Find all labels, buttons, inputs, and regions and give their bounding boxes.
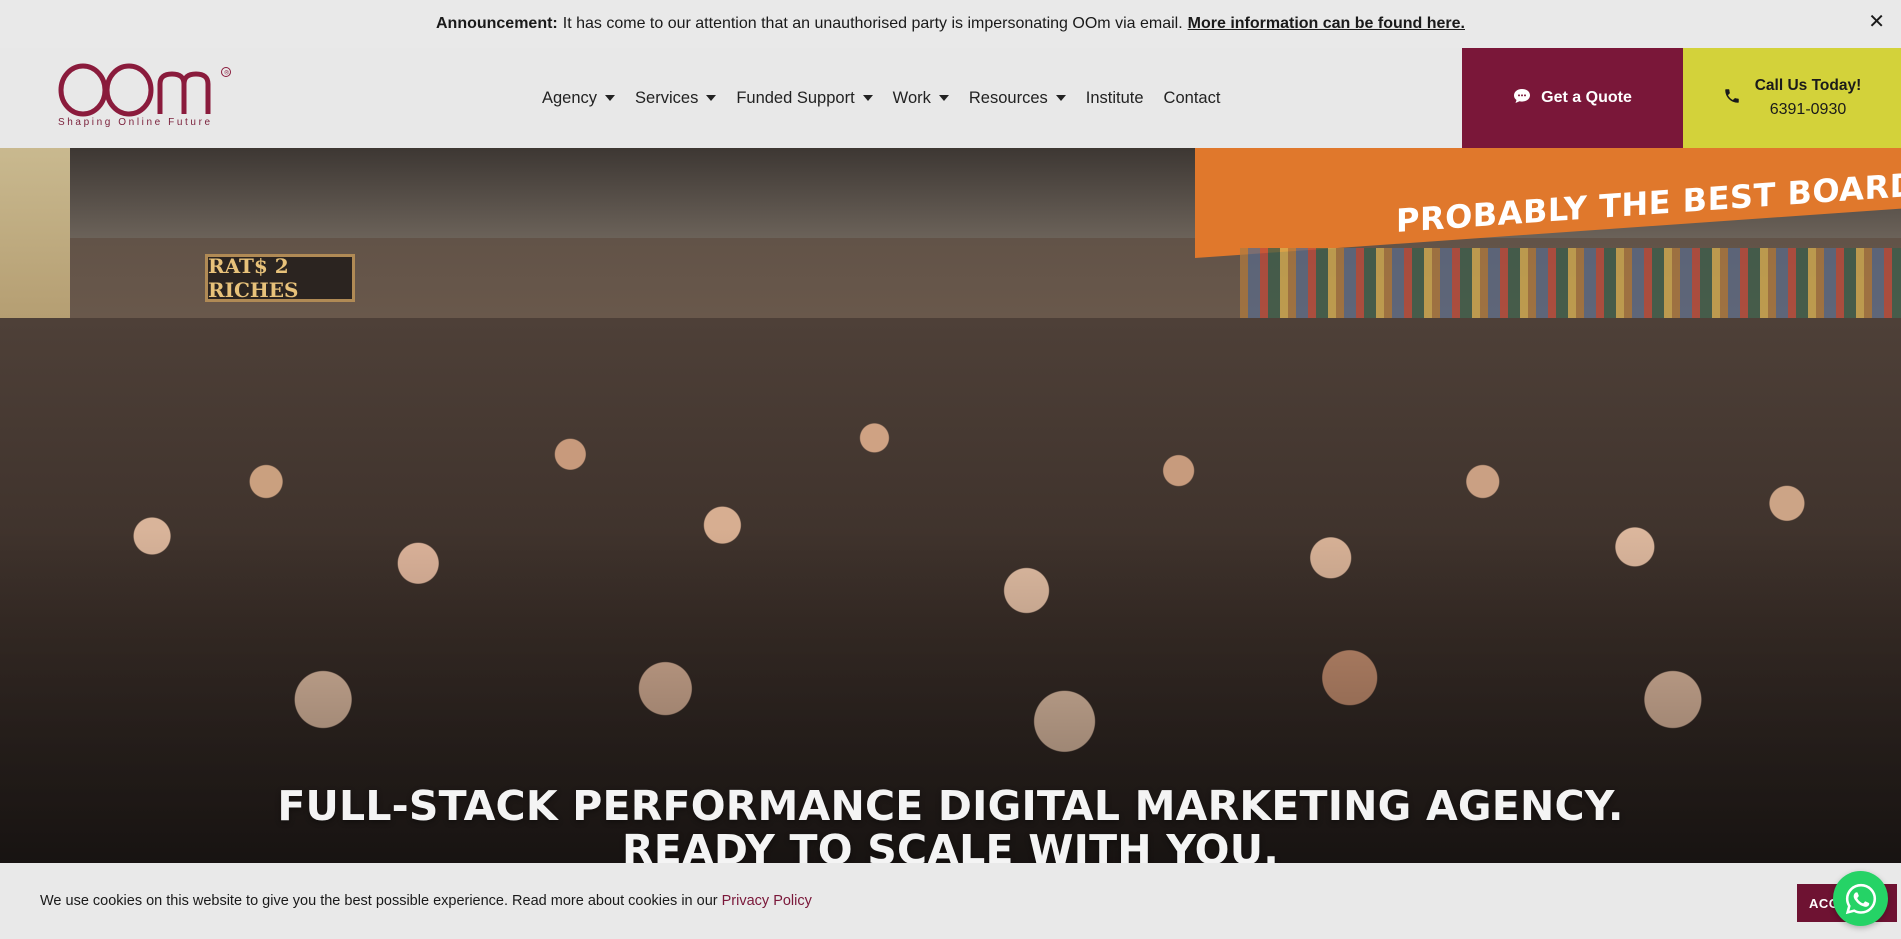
get-a-quote-label: Get a Quote bbox=[1541, 89, 1632, 106]
nav-agency[interactable]: Agency bbox=[532, 89, 625, 108]
nav-work[interactable]: Work bbox=[883, 89, 959, 108]
privacy-policy-link[interactable]: Privacy Policy bbox=[722, 893, 812, 909]
nav-institute[interactable]: Institute bbox=[1076, 89, 1154, 108]
whatsapp-icon[interactable] bbox=[1833, 871, 1888, 926]
chat-icon bbox=[1513, 88, 1531, 109]
cookie-bar: We use cookies on this website to give y… bbox=[0, 863, 1901, 939]
main-nav: Agency Services Funded Support Work Reso… bbox=[532, 48, 1230, 148]
get-a-quote-button[interactable]: Get a Quote bbox=[1462, 48, 1683, 148]
chevron-down-icon bbox=[706, 95, 717, 101]
chevron-down-icon bbox=[938, 95, 949, 101]
nav-label: Contact bbox=[1163, 88, 1221, 107]
nav-label: Resources bbox=[968, 88, 1048, 107]
cookie-message: We use cookies on this website to give y… bbox=[40, 893, 812, 909]
logo-tagline: Shaping Online Future bbox=[58, 117, 213, 128]
nav-label: Services bbox=[635, 88, 699, 107]
oom-logo[interactable]: ® Shaping Online Future bbox=[56, 62, 236, 136]
site-header: ® Shaping Online Future Agency Services … bbox=[0, 48, 1901, 148]
call-us-label: Call Us Today! bbox=[1754, 77, 1862, 94]
hero-headline-line2: READY TO SCALE WITH YOU. bbox=[622, 826, 1279, 863]
hero-shop-sign: RAT$ 2 RICHES bbox=[205, 254, 355, 302]
announcement-text: It has come to our attention that an una… bbox=[562, 15, 1183, 32]
close-icon[interactable]: ✕ bbox=[1868, 12, 1885, 32]
nav-label: Institute bbox=[1085, 88, 1144, 107]
nav-label: Work bbox=[892, 88, 931, 107]
hero-headline: FULL-STACK PERFORMANCE DIGITAL MARKETING… bbox=[0, 784, 1901, 863]
nav-contact[interactable]: Contact bbox=[1154, 89, 1231, 108]
announcement-label: Announcement: bbox=[435, 15, 558, 32]
chevron-down-icon bbox=[605, 95, 616, 101]
svg-text:®: ® bbox=[224, 69, 230, 76]
phone-icon bbox=[1723, 87, 1741, 110]
announcement-bar: Announcement: It has come to our attenti… bbox=[0, 0, 1901, 48]
nav-label: Agency bbox=[542, 88, 598, 107]
phone-number: 6391-0930 bbox=[1769, 101, 1847, 118]
nav-label: Funded Support bbox=[736, 88, 855, 107]
chevron-down-icon bbox=[1055, 95, 1066, 101]
nav-funded-support[interactable]: Funded Support bbox=[726, 89, 882, 108]
chevron-down-icon bbox=[862, 95, 873, 101]
nav-services[interactable]: Services bbox=[625, 89, 726, 108]
call-us-button[interactable]: Call Us Today! 6391-0930 bbox=[1683, 48, 1901, 148]
nav-resources[interactable]: Resources bbox=[959, 89, 1076, 108]
hero-headline-line1: FULL-STACK PERFORMANCE DIGITAL MARKETING… bbox=[277, 782, 1624, 830]
hero-banner: PROBABLY THE BEST BOARDGAME CAFE IN THE … bbox=[0, 148, 1901, 863]
announcement-link[interactable]: More information can be found here. bbox=[1188, 15, 1465, 33]
cookie-text: We use cookies on this website to give y… bbox=[40, 893, 718, 909]
